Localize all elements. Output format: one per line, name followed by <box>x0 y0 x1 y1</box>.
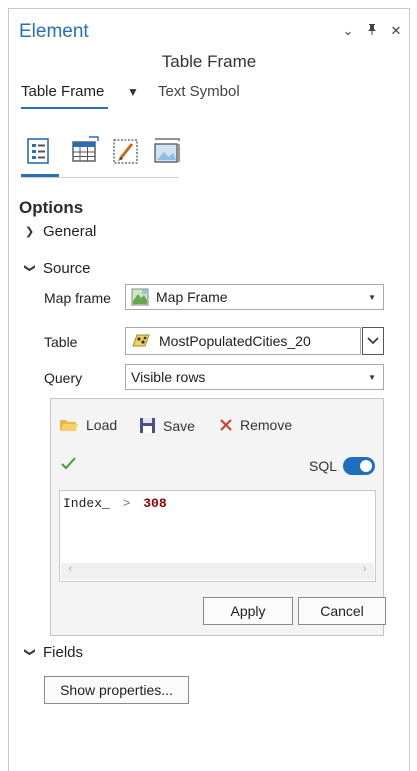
query-builder: Load Save Remove SQL Index_ > 308 ‹ › Ap… <box>50 398 386 636</box>
dropdown-arrow-icon: ▼ <box>368 372 376 382</box>
source-section-label: Source <box>43 260 91 277</box>
sql-operator: > <box>122 496 131 511</box>
pane-title: Element <box>19 21 89 42</box>
tab-dropdown-chevron-icon[interactable]: ▼ <box>127 85 139 99</box>
table-value: MostPopulatedCities_20 <box>159 333 311 349</box>
scroll-right-icon[interactable]: › <box>361 564 368 576</box>
general-section-label: General <box>43 223 97 240</box>
chevron-right-icon: ❯ <box>25 226 35 238</box>
load-button[interactable]: Load <box>59 417 117 433</box>
chevron-down-icon: ❯ <box>23 647 36 657</box>
fields-section-header[interactable]: ❯ Fields <box>23 644 84 661</box>
sql-field: Index_ <box>63 496 110 511</box>
map-frame-select[interactable]: Map Frame ▼ <box>125 284 384 310</box>
query-select[interactable]: Visible rows ▼ <box>125 364 384 390</box>
point-layer-icon <box>132 334 150 347</box>
horizontal-scrollbar[interactable]: ‹ › <box>61 563 374 580</box>
show-properties-button[interactable]: Show properties... <box>44 676 189 704</box>
display-page-icon[interactable] <box>151 135 181 167</box>
element-type-title: Table Frame <box>161 52 257 71</box>
symbol-page-icon[interactable] <box>111 135 141 167</box>
table-label: Table <box>44 334 78 350</box>
apply-button[interactable]: Apply <box>203 597 293 625</box>
menu-chevron-icon[interactable]: ⌄ <box>341 23 355 39</box>
tab-active-indicator <box>21 107 108 109</box>
remove-label: Remove <box>240 417 293 433</box>
icon-bar-selection-indicator <box>21 174 59 177</box>
options-page-icon[interactable] <box>25 135 55 167</box>
sql-expression-editor[interactable]: Index_ > 308 ‹ › <box>59 490 376 582</box>
map-frame-icon <box>131 288 149 306</box>
sql-expression: Index_ > 308 <box>63 496 167 511</box>
pin-icon[interactable] <box>365 23 379 39</box>
sql-value: 308 <box>143 496 167 511</box>
map-frame-label: Map frame <box>44 290 111 306</box>
table-page-icon[interactable] <box>69 135 99 167</box>
cancel-button[interactable]: Cancel <box>298 597 386 625</box>
chevron-down-icon: ❯ <box>23 263 36 273</box>
chevron-down-icon <box>367 337 379 345</box>
source-section-header[interactable]: ❯ Source <box>23 260 91 277</box>
element-pane: Element ⌄ ✕ Table Frame Table Frame ▼ Te… <box>8 8 410 771</box>
fields-section-label: Fields <box>43 644 84 661</box>
sql-toggle[interactable] <box>343 457 375 475</box>
table-select[interactable]: MostPopulatedCities_20 <box>125 327 361 355</box>
options-heading: Options <box>19 198 84 217</box>
tab-table-frame[interactable]: Table Frame <box>21 83 104 100</box>
save-disk-icon <box>140 418 155 433</box>
folder-icon <box>60 420 78 431</box>
dropdown-arrow-icon: ▼ <box>368 292 376 302</box>
load-label: Load <box>86 417 118 433</box>
query-value: Visible rows <box>131 369 206 385</box>
valid-checkmark-icon <box>61 457 76 475</box>
tab-text-symbol[interactable]: Text Symbol <box>158 83 240 100</box>
map-frame-value: Map Frame <box>156 289 228 305</box>
query-label: Query <box>44 370 83 386</box>
remove-button[interactable]: Remove <box>219 417 292 433</box>
save-label: Save <box>163 417 195 434</box>
element-tabs: Table Frame ▼ Text Symbol <box>21 83 271 111</box>
pane-header-controls: ⌄ ✕ <box>341 23 403 39</box>
save-button[interactable]: Save <box>139 417 195 434</box>
remove-x-icon <box>220 419 232 431</box>
table-dropdown-button[interactable] <box>362 327 384 355</box>
property-icon-bar <box>21 135 181 178</box>
close-icon[interactable]: ✕ <box>389 23 403 39</box>
scroll-left-icon[interactable]: ‹ <box>67 564 74 576</box>
general-section-header[interactable]: ❯ General <box>25 223 96 240</box>
sql-toggle-label: SQL <box>308 458 337 474</box>
